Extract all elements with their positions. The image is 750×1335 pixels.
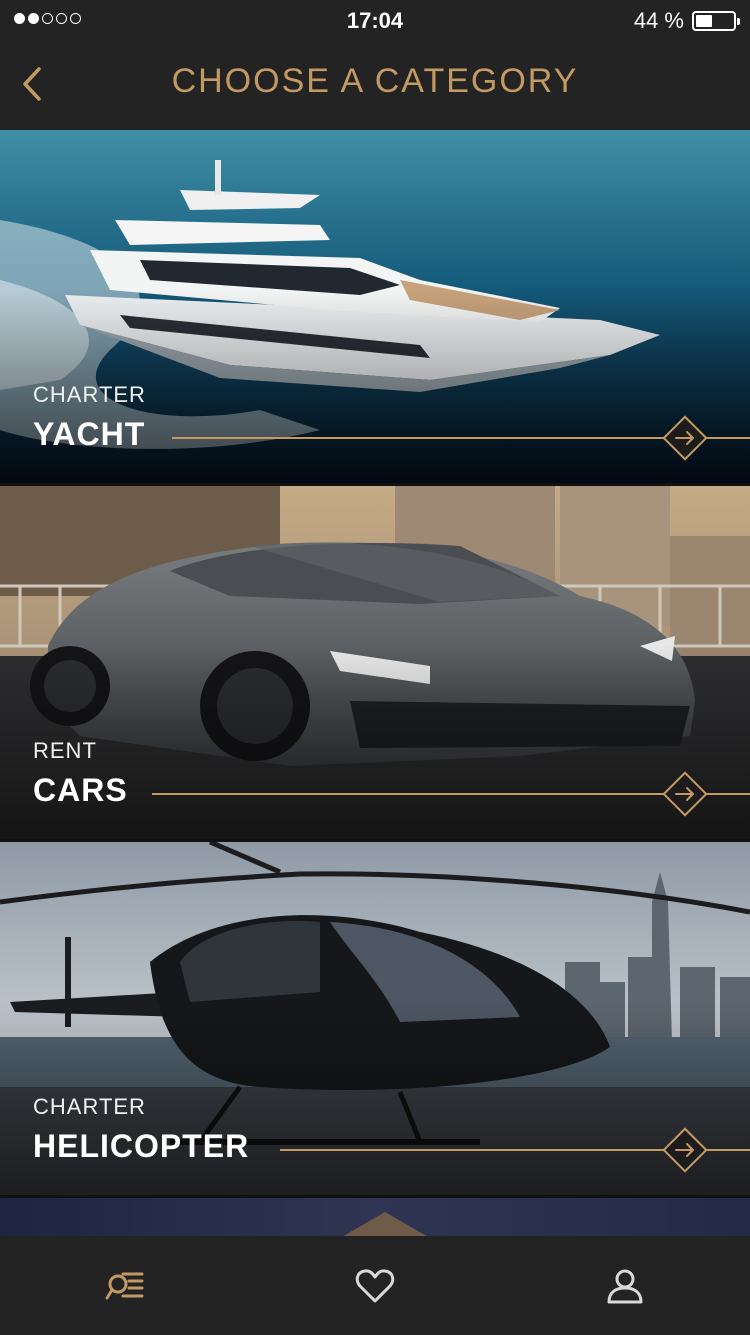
category-card-yacht[interactable]: CHARTER YACHT bbox=[0, 130, 750, 483]
profile-icon bbox=[607, 1269, 643, 1304]
category-title: HELICOPTER bbox=[33, 1128, 250, 1164]
battery-percentage: 44 % bbox=[633, 8, 684, 33]
category-card-partial[interactable] bbox=[0, 1198, 750, 1236]
search-list-icon bbox=[105, 1272, 144, 1300]
tab-profile[interactable] bbox=[602, 1263, 648, 1309]
tab-categories[interactable] bbox=[102, 1263, 148, 1309]
battery-level bbox=[696, 15, 712, 27]
heart-icon bbox=[355, 1269, 395, 1303]
category-title: YACHT bbox=[33, 416, 146, 452]
category-subtitle: CHARTER bbox=[33, 382, 146, 407]
tab-favorites[interactable] bbox=[352, 1263, 398, 1309]
tab-bar bbox=[0, 1236, 750, 1335]
diamond-arrow-icon[interactable] bbox=[660, 1125, 710, 1175]
category-list[interactable]: CHARTER YACHT RENT CARS CHARTER HELICOPT… bbox=[0, 130, 750, 1236]
partial-card-photo bbox=[0, 1198, 750, 1236]
diamond-arrow-icon[interactable] bbox=[660, 413, 710, 463]
category-title: CARS bbox=[33, 772, 128, 808]
card-overlay bbox=[0, 644, 750, 839]
category-subtitle: RENT bbox=[33, 738, 97, 763]
category-card-helicopter[interactable]: CHARTER HELICOPTER bbox=[0, 842, 750, 1195]
diamond-arrow-icon[interactable] bbox=[660, 769, 710, 819]
status-bar: 17:04 44 % bbox=[0, 0, 750, 42]
category-subtitle: CHARTER bbox=[33, 1094, 146, 1119]
category-card-cars[interactable]: RENT CARS bbox=[0, 486, 750, 839]
page-title: CHOOSE A CATEGORY bbox=[171, 62, 579, 100]
battery-icon bbox=[692, 11, 740, 31]
navigation-bar: CHOOSE A CATEGORY bbox=[0, 42, 750, 130]
